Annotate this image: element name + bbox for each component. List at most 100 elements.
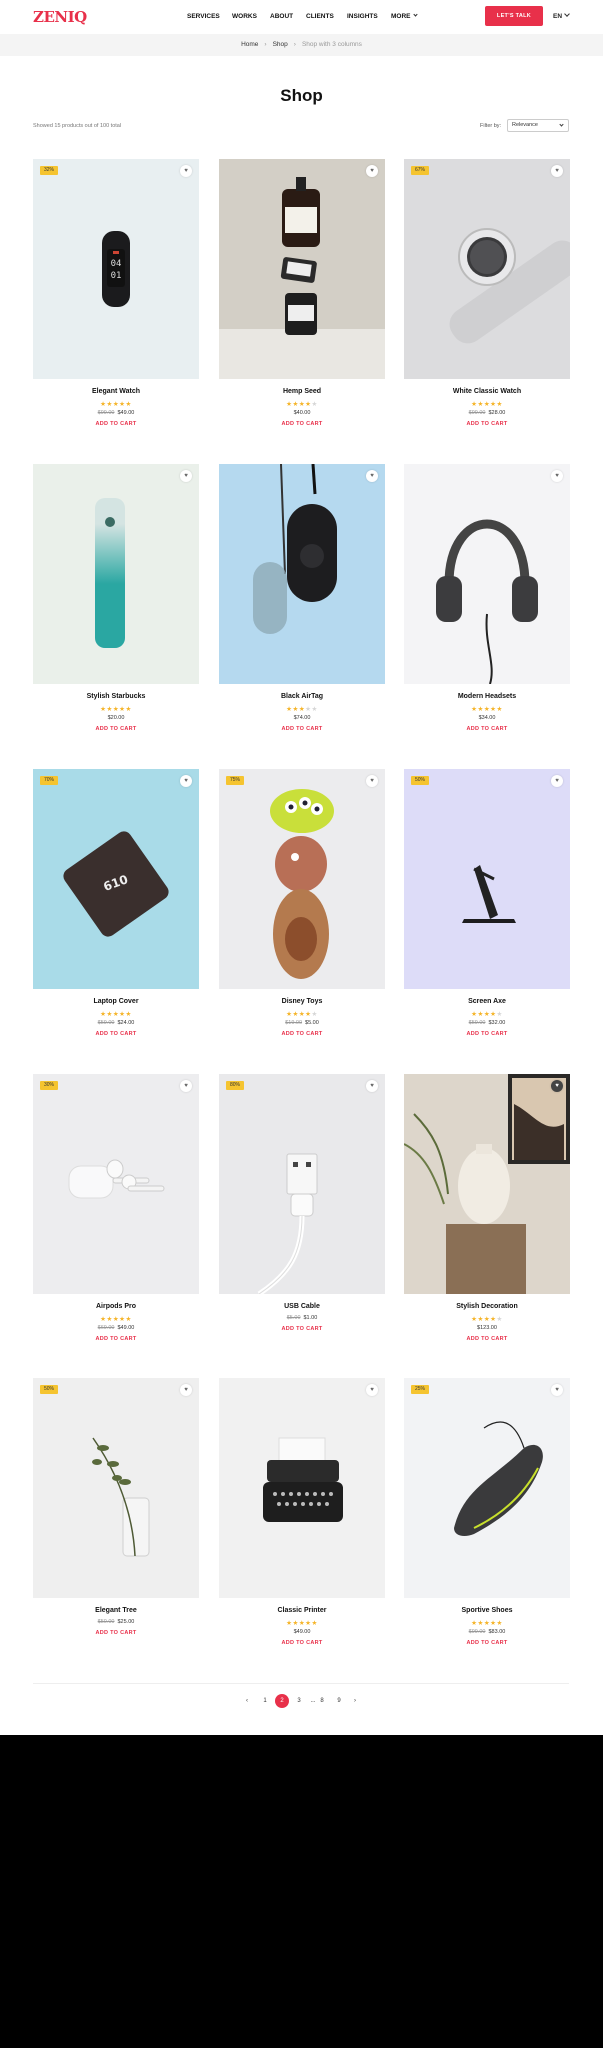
product-image[interactable]	[219, 1074, 385, 1294]
product-image[interactable]	[219, 769, 385, 989]
nav-services[interactable]: SERVICES	[187, 13, 220, 20]
product-name[interactable]: Classic Printer	[219, 1607, 385, 1614]
nav-insights[interactable]: INSIGHTS	[347, 13, 378, 20]
product-image[interactable]	[404, 1074, 570, 1294]
filter-select[interactable]: Relevance	[507, 119, 569, 132]
product-name[interactable]: Elegant Watch	[33, 388, 199, 395]
old-price: $99.00	[97, 410, 115, 416]
add-to-cart-button[interactable]: ADD TO CART	[404, 1031, 570, 1037]
product-name[interactable]: Laptop Cover	[33, 998, 199, 1005]
add-to-cart-button[interactable]: ADD TO CART	[33, 421, 199, 427]
product-price: $59.00 $32.00	[404, 1020, 570, 1026]
add-to-cart-button[interactable]: ADD TO CART	[33, 1031, 199, 1037]
product-image[interactable]	[404, 1378, 570, 1598]
add-to-cart-button[interactable]: ADD TO CART	[219, 726, 385, 732]
heart-icon[interactable]: ♥	[551, 775, 563, 787]
product-image[interactable]	[33, 1378, 199, 1598]
pagination-page-2-active[interactable]: 2	[275, 1694, 289, 1708]
product-name[interactable]: Airpods Pro	[33, 1303, 199, 1310]
heart-icon[interactable]: ♥	[551, 470, 563, 482]
product-card[interactable]: ♥ Stylish Decoration ★★★★★ $123.00 ADD TO CA…	[404, 1074, 570, 1374]
product-image[interactable]	[219, 159, 385, 379]
product-card[interactable]: ♥ Classic Printer ★★★★★ $49.00 ADD TO CART	[219, 1378, 385, 1678]
product-card[interactable]: 610 70% ♥ Laptop Cover ★★★★★ $59.00 $24.00 ADD …	[33, 769, 199, 1069]
product-image[interactable]	[219, 464, 385, 684]
add-to-cart-button[interactable]: ADD TO CART	[33, 726, 199, 732]
heart-icon[interactable]: ♥	[180, 165, 192, 177]
heart-icon[interactable]: ♥	[551, 1384, 563, 1396]
product-image[interactable]	[404, 769, 570, 989]
breadcrumb-home[interactable]: Home	[241, 41, 258, 48]
heart-icon[interactable]: ♥	[551, 165, 563, 177]
product-image[interactable]	[219, 1378, 385, 1598]
heart-icon[interactable]: ♥	[180, 1080, 192, 1092]
product-card[interactable]: 75% ♥ Disney Toys ★★★★★ $19.00 $5.00 ADD TO CA…	[219, 769, 385, 1069]
logo[interactable]: ZENIQ	[33, 8, 87, 26]
product-card[interactable]: 30% ♥ Airpods Pro ★★★★★ $69.00 $49.00 ADD TO C…	[33, 1074, 199, 1374]
product-image[interactable]: 04 01	[33, 159, 199, 379]
product-name[interactable]: Modern Headsets	[404, 693, 570, 700]
add-to-cart-button[interactable]: ADD TO CART	[404, 421, 570, 427]
current-price: $40.00	[293, 410, 311, 416]
pagination-page-8[interactable]: 8	[315, 1694, 329, 1708]
product-name[interactable]: Hemp Seed	[219, 388, 385, 395]
product-name[interactable]: USB Cable	[219, 1303, 385, 1310]
product-card[interactable]: 80% ♥ USB Cable $5.00 $1.00 ADD TO CART	[219, 1074, 385, 1374]
pagination-page-9[interactable]: 9	[332, 1694, 346, 1708]
product-image[interactable]	[404, 464, 570, 684]
lets-talk-button[interactable]: LET'S TALK	[485, 6, 543, 26]
product-card[interactable]: 04 01 32% ♥ Elegant Watch ★★★★★ $99.00 $49.00 AD…	[33, 159, 199, 459]
product-name[interactable]: White Classic Watch	[404, 388, 570, 395]
heart-icon[interactable]: ♥	[180, 1384, 192, 1396]
product-name[interactable]: Elegant Tree	[33, 1607, 199, 1614]
heart-icon[interactable]: ♥	[366, 165, 378, 177]
add-to-cart-button[interactable]: ADD TO CART	[219, 421, 385, 427]
nav-clients[interactable]: CLIENTS	[306, 13, 334, 20]
add-to-cart-button[interactable]: ADD TO CART	[404, 1336, 570, 1342]
product-card[interactable]: 67% ♥ White Classic Watch ★★★★★ $99.00 $28.00…	[404, 159, 570, 459]
product-card[interactable]: ♥ Modern Headsets ★★★★★ $34.00 ADD TO CART	[404, 464, 570, 764]
heart-icon[interactable]: ♥	[366, 1080, 378, 1092]
add-to-cart-button[interactable]: ADD TO CART	[219, 1031, 385, 1037]
product-name[interactable]: Screen Axe	[404, 998, 570, 1005]
nav-works[interactable]: WORKS	[232, 13, 257, 20]
product-card[interactable]: ♥ Hemp Seed ★★★★★ $40.00 ADD TO CART	[219, 159, 385, 459]
product-name[interactable]: Sportive Shoes	[404, 1607, 570, 1614]
heart-icon[interactable]: ♥	[366, 775, 378, 787]
add-to-cart-button[interactable]: ADD TO CART	[404, 1640, 570, 1646]
add-to-cart-button[interactable]: ADD TO CART	[219, 1640, 385, 1646]
heart-icon[interactable]: ♥	[366, 470, 378, 482]
add-to-cart-button[interactable]: ADD TO CART	[219, 1326, 385, 1332]
rating-stars: ★★★★★	[404, 1010, 570, 1018]
product-card[interactable]: 50% ♥ Screen Axe ★★★★★ $59.00 $32.00 ADD TO CA…	[404, 769, 570, 1069]
product-card[interactable]: 50% ♥ Elegant Tree $50.00 $25.00 ADD TO CART	[33, 1378, 199, 1678]
add-to-cart-button[interactable]: ADD TO CART	[33, 1336, 199, 1342]
pagination-page-1[interactable]: 1	[258, 1694, 272, 1708]
product-card[interactable]: ♥ Stylish Starbucks ★★★★★ $20.00 ADD TO CART	[33, 464, 199, 764]
star-icon: ★	[125, 401, 132, 408]
product-image[interactable]: 610	[33, 769, 199, 989]
product-price: $19.00 $5.00	[219, 1020, 385, 1026]
nav-more[interactable]: MORE	[391, 12, 418, 20]
language-selector[interactable]: EN	[553, 11, 570, 20]
pagination-next[interactable]: ›	[348, 1694, 362, 1708]
nav-about[interactable]: ABOUT	[270, 13, 293, 20]
heart-icon[interactable]: ♥	[180, 470, 192, 482]
product-image[interactable]	[33, 464, 199, 684]
breadcrumb-shop[interactable]: Shop	[273, 41, 288, 48]
pagination-prev[interactable]: ‹	[240, 1694, 254, 1708]
product-name[interactable]: Disney Toys	[219, 998, 385, 1005]
product-card[interactable]: 25% ♥ Sportive Shoes ★★★★★ $99.00 $83.00 ADD T…	[404, 1378, 570, 1678]
add-to-cart-button[interactable]: ADD TO CART	[33, 1630, 199, 1636]
product-image[interactable]	[33, 1074, 199, 1294]
heart-icon[interactable]: ♥	[366, 1384, 378, 1396]
pagination-page-3[interactable]: 3	[292, 1694, 306, 1708]
product-name[interactable]: Stylish Decoration	[404, 1303, 570, 1310]
product-name[interactable]: Black AirTag	[219, 693, 385, 700]
product-image[interactable]	[404, 159, 570, 379]
add-to-cart-button[interactable]: ADD TO CART	[404, 726, 570, 732]
product-name[interactable]: Stylish Starbucks	[33, 693, 199, 700]
heart-icon[interactable]: ♥	[180, 775, 192, 787]
heart-icon[interactable]: ♥	[551, 1080, 563, 1092]
product-card[interactable]: ♥ Black AirTag ★★★★★ $74.00 ADD TO CART	[219, 464, 385, 764]
